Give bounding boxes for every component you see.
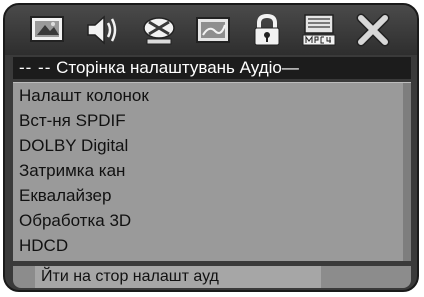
- menu-item-channel-delay[interactable]: Затримка кан: [19, 160, 125, 182]
- title-text: Сторінка налаштувань Аудіо: [56, 58, 282, 77]
- status-bar: Йти на стор налашт ауд: [13, 266, 411, 288]
- title-suffix: —: [281, 58, 299, 77]
- menu-item-speaker-setup[interactable]: Налашт колонок: [19, 85, 149, 107]
- status-text: Йти на стор налашт ауд: [35, 266, 321, 288]
- lock-icon[interactable]: [249, 13, 285, 47]
- menu-item-spdif-setup[interactable]: Вст-ня SPDIF: [19, 110, 126, 132]
- general-setup-icon[interactable]: [29, 13, 65, 47]
- setup-category-bar: [5, 5, 417, 55]
- menu-scrollbar: [403, 83, 411, 261]
- page-title: -- -- Сторінка налаштувань Аудіо—: [13, 57, 411, 79]
- video-setup-icon[interactable]: [195, 13, 231, 47]
- audio-setup-icon[interactable]: [85, 13, 121, 47]
- mpeg4-setup-icon[interactable]: [301, 13, 337, 47]
- menu-item-dolby-digital[interactable]: DOLBY Digital: [19, 135, 128, 157]
- setup-menu-window: -- -- Сторінка налаштувань Аудіо— Налашт…: [3, 3, 419, 292]
- exit-icon[interactable]: [355, 13, 391, 47]
- title-prefix: -- --: [19, 58, 52, 77]
- menu-item-equalizer[interactable]: Еквалайзер: [19, 185, 111, 207]
- menu-item-3d-processing[interactable]: Обработка 3D: [19, 210, 131, 232]
- dolby-setup-icon[interactable]: [141, 13, 177, 47]
- audio-settings-list: Налашт колонок Вст-ня SPDIF DOLBY Digita…: [13, 82, 411, 261]
- menu-item-hdcd[interactable]: HDCD: [19, 235, 68, 257]
